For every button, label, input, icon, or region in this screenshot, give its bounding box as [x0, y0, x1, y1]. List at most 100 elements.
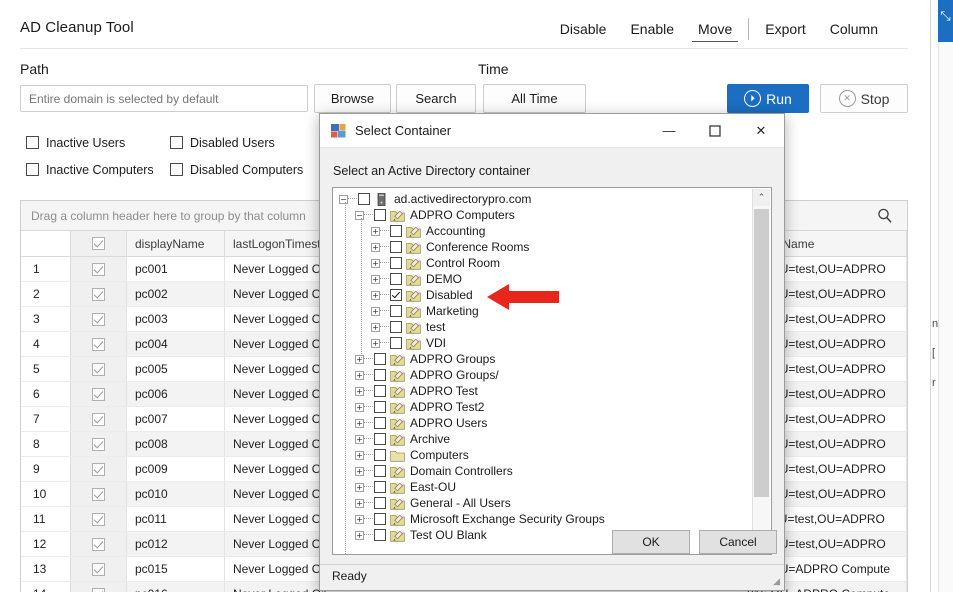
checkbox-tree-node[interactable] [390, 273, 402, 285]
all-time-button[interactable]: All Time [483, 84, 586, 113]
tree-node[interactable]: + General - All Users [333, 495, 754, 511]
row-checkbox-cell[interactable] [71, 582, 127, 592]
checkbox-tree-node[interactable] [374, 465, 386, 477]
scrollbar-thumb[interactable] [754, 209, 769, 497]
search-button[interactable]: Search [396, 84, 476, 113]
filter-disabled-computers[interactable]: Disabled Computers [170, 163, 320, 177]
checkbox-row-select[interactable] [92, 537, 105, 551]
expand-plus-icon[interactable]: + [355, 514, 364, 524]
checkbox-row-select[interactable] [92, 562, 105, 576]
dialog-title-bar[interactable]: Select Container — ✕ [320, 114, 784, 148]
tree-node[interactable]: + Computers [333, 447, 754, 463]
checkbox-tree-node[interactable] [374, 417, 386, 429]
checkbox-tree-node[interactable] [374, 513, 386, 525]
tree-node[interactable]: − ADPRO Computers [333, 207, 754, 223]
grid-header-select-all[interactable] [71, 231, 127, 256]
scroll-up-arrow[interactable]: ⌃ [753, 189, 770, 206]
checkbox-disabled-users[interactable] [170, 136, 183, 149]
tree-node[interactable]: + East-OU [333, 479, 754, 495]
checkbox-row-select[interactable] [92, 512, 105, 526]
checkbox-tree-node[interactable] [374, 401, 386, 413]
checkbox-row-select[interactable] [92, 487, 105, 501]
stop-button[interactable]: ✕ Stop [820, 84, 908, 113]
run-button[interactable]: ⏵ Run [727, 84, 809, 113]
tree-node[interactable]: + ADPRO Test [333, 383, 754, 399]
tree-node[interactable]: + VDI [333, 335, 754, 351]
checkbox-inactive-users[interactable] [26, 136, 39, 149]
row-checkbox-cell[interactable] [71, 407, 127, 431]
row-checkbox-cell[interactable] [71, 357, 127, 381]
dialog-close-button[interactable]: ✕ [738, 114, 784, 147]
checkbox-tree-node[interactable] [390, 337, 402, 349]
checkbox-row-select[interactable] [92, 412, 105, 426]
checkbox-tree-node[interactable] [374, 209, 386, 221]
tree-node[interactable]: + ADPRO Groups/ [333, 367, 754, 383]
checkbox-row-select[interactable] [92, 262, 105, 276]
tree-node[interactable]: + Archive [333, 431, 754, 447]
tree-node[interactable]: + ADPRO Test2 [333, 399, 754, 415]
grid-header-displayname[interactable]: displayName [127, 231, 225, 256]
checkbox-inactive-computers[interactable] [26, 163, 39, 176]
checkbox-tree-node[interactable] [390, 241, 402, 253]
ok-button[interactable]: OK [612, 530, 690, 554]
checkbox-row-select[interactable] [92, 287, 105, 301]
expand-plus-icon[interactable]: + [355, 498, 364, 508]
row-checkbox-cell[interactable] [71, 507, 127, 531]
checkbox-disabled-computers[interactable] [170, 163, 183, 176]
menu-item-move[interactable]: Move [686, 19, 744, 42]
tree-node[interactable]: + test [333, 319, 754, 335]
checkbox-tree-node[interactable] [374, 481, 386, 493]
expand-plus-icon[interactable]: + [371, 322, 380, 332]
expand-plus-icon[interactable]: + [371, 290, 380, 300]
checkbox-row-select[interactable] [92, 312, 105, 326]
checkbox-tree-node[interactable] [374, 529, 386, 541]
tree-node[interactable]: − ad.activedirectorypro.com [333, 191, 754, 207]
expand-plus-icon[interactable]: + [355, 418, 364, 428]
expand-plus-icon[interactable]: + [371, 226, 380, 236]
checkbox-row-select[interactable] [92, 337, 105, 351]
tree-node[interactable]: + Domain Controllers [333, 463, 754, 479]
magnifier-icon[interactable] [876, 207, 894, 225]
filter-inactive-computers[interactable]: Inactive Computers [26, 163, 170, 177]
expand-plus-icon[interactable]: + [371, 274, 380, 284]
expand-plus-icon[interactable]: + [355, 434, 364, 444]
dialog-minimize-button[interactable]: — [646, 114, 692, 147]
checkbox-tree-node[interactable] [390, 225, 402, 237]
menu-item-enable[interactable]: Enable [618, 19, 686, 39]
expand-plus-icon[interactable]: + [355, 530, 364, 540]
checkbox-tree-node[interactable] [374, 497, 386, 509]
tree-scrollbar[interactable]: ⌃ ⌄ [752, 189, 770, 554]
checkbox-row-select[interactable] [92, 387, 105, 401]
row-checkbox-cell[interactable] [71, 432, 127, 456]
row-checkbox-cell[interactable] [71, 307, 127, 331]
row-checkbox-cell[interactable] [71, 557, 127, 581]
filter-inactive-users[interactable]: Inactive Users [26, 136, 170, 150]
checkbox-tree-node[interactable] [374, 353, 386, 365]
expand-plus-icon[interactable]: + [371, 258, 380, 268]
tree-node[interactable]: + ADPRO Groups [333, 351, 754, 367]
cancel-button[interactable]: Cancel [699, 530, 777, 554]
checkbox-select-all[interactable] [92, 237, 105, 250]
menu-item-column[interactable]: Column [818, 19, 890, 39]
row-checkbox-cell[interactable] [71, 332, 127, 356]
checkbox-row-select[interactable] [92, 587, 105, 592]
dialog-maximize-button[interactable] [692, 114, 738, 147]
grid-header-rownum[interactable] [21, 231, 71, 256]
checkbox-tree-node[interactable] [374, 433, 386, 445]
tree-node[interactable]: + Test OU Blank [333, 527, 754, 543]
expand-plus-icon[interactable]: + [355, 370, 364, 380]
checkbox-tree-node[interactable] [390, 289, 402, 301]
expand-plus-icon[interactable]: + [355, 386, 364, 396]
expand-plus-icon[interactable]: + [371, 338, 380, 348]
expand-plus-icon[interactable]: + [371, 306, 380, 316]
path-input[interactable] [20, 85, 308, 112]
filter-disabled-users[interactable]: Disabled Users [170, 136, 320, 150]
tree-node[interactable]: + Accounting [333, 223, 754, 239]
expand-plus-icon[interactable]: + [355, 450, 364, 460]
row-checkbox-cell[interactable] [71, 282, 127, 306]
checkbox-row-select[interactable] [92, 462, 105, 476]
checkbox-tree-node[interactable] [390, 321, 402, 333]
checkbox-tree-node[interactable] [390, 257, 402, 269]
tree-node[interactable]: + Microsoft Exchange Security Groups [333, 511, 754, 527]
expand-plus-icon[interactable]: + [355, 482, 364, 492]
